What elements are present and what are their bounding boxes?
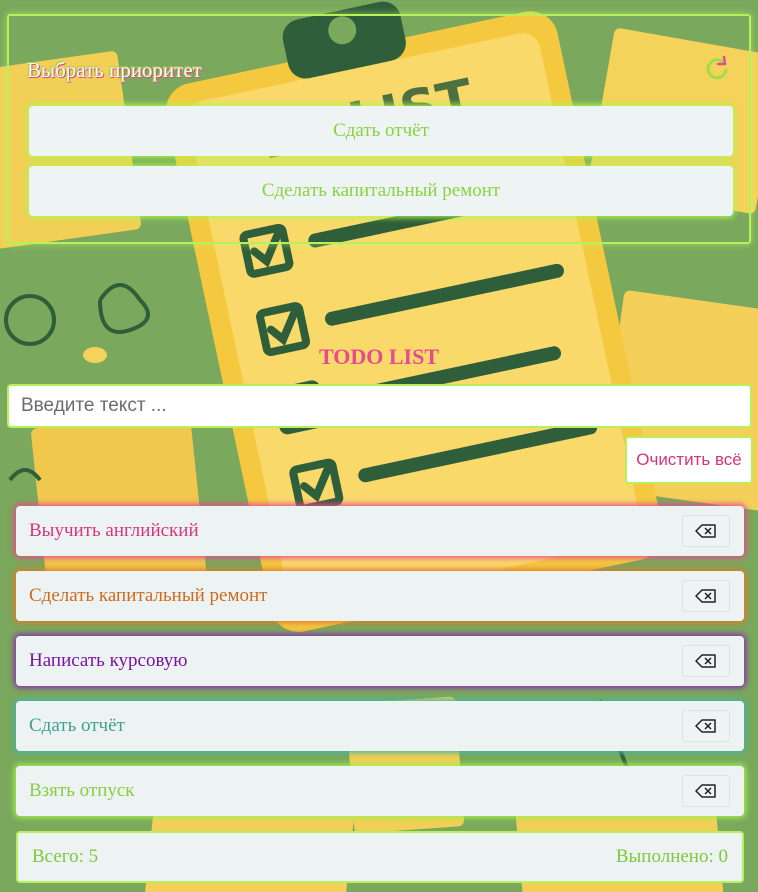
- todo-text: Выучить английский: [29, 520, 199, 541]
- todo-item[interactable]: Взять отпуск: [16, 766, 744, 816]
- delete-button[interactable]: [682, 775, 730, 807]
- backspace-icon: [695, 719, 716, 733]
- todo-item[interactable]: Сдать отчёт: [16, 701, 744, 751]
- todo-text-input[interactable]: [7, 384, 752, 428]
- todo-text: Сдать отчёт: [29, 715, 125, 736]
- backspace-icon: [695, 784, 716, 798]
- todo-text: Сделать капитальный ремонт: [29, 585, 268, 606]
- clear-all-button[interactable]: Очистить всё: [625, 436, 753, 484]
- refresh-icon: [706, 55, 728, 80]
- refresh-button[interactable]: [703, 54, 731, 82]
- priority-panel: Выбрать приоритет Сдать отчёт Сделать ка…: [7, 14, 751, 244]
- priority-option[interactable]: Сдать отчёт: [29, 106, 733, 156]
- todo-item[interactable]: Сделать капитальный ремонт: [16, 571, 744, 621]
- delete-button[interactable]: [682, 645, 730, 677]
- total-count: Всего: 5: [32, 846, 99, 867]
- todo-text: Написать курсовую: [29, 650, 188, 671]
- todo-item[interactable]: Выучить английский: [16, 506, 744, 556]
- backspace-icon: [695, 589, 716, 603]
- done-count: Выполнено: 0: [615, 846, 728, 867]
- priority-option[interactable]: Сделать капитальный ремонт: [29, 166, 733, 216]
- delete-button[interactable]: [682, 580, 730, 612]
- backspace-icon: [695, 524, 716, 538]
- priority-title: Выбрать приоритет: [27, 58, 202, 82]
- backspace-icon: [695, 654, 716, 668]
- stats-footer: Всего: 5 Выполнено: 0: [16, 831, 744, 883]
- delete-button[interactable]: [682, 710, 730, 742]
- delete-button[interactable]: [682, 515, 730, 547]
- todo-item[interactable]: Написать курсовую: [16, 636, 744, 686]
- app-title: TODO LIST: [318, 344, 440, 369]
- todo-text: Взять отпуск: [29, 780, 135, 801]
